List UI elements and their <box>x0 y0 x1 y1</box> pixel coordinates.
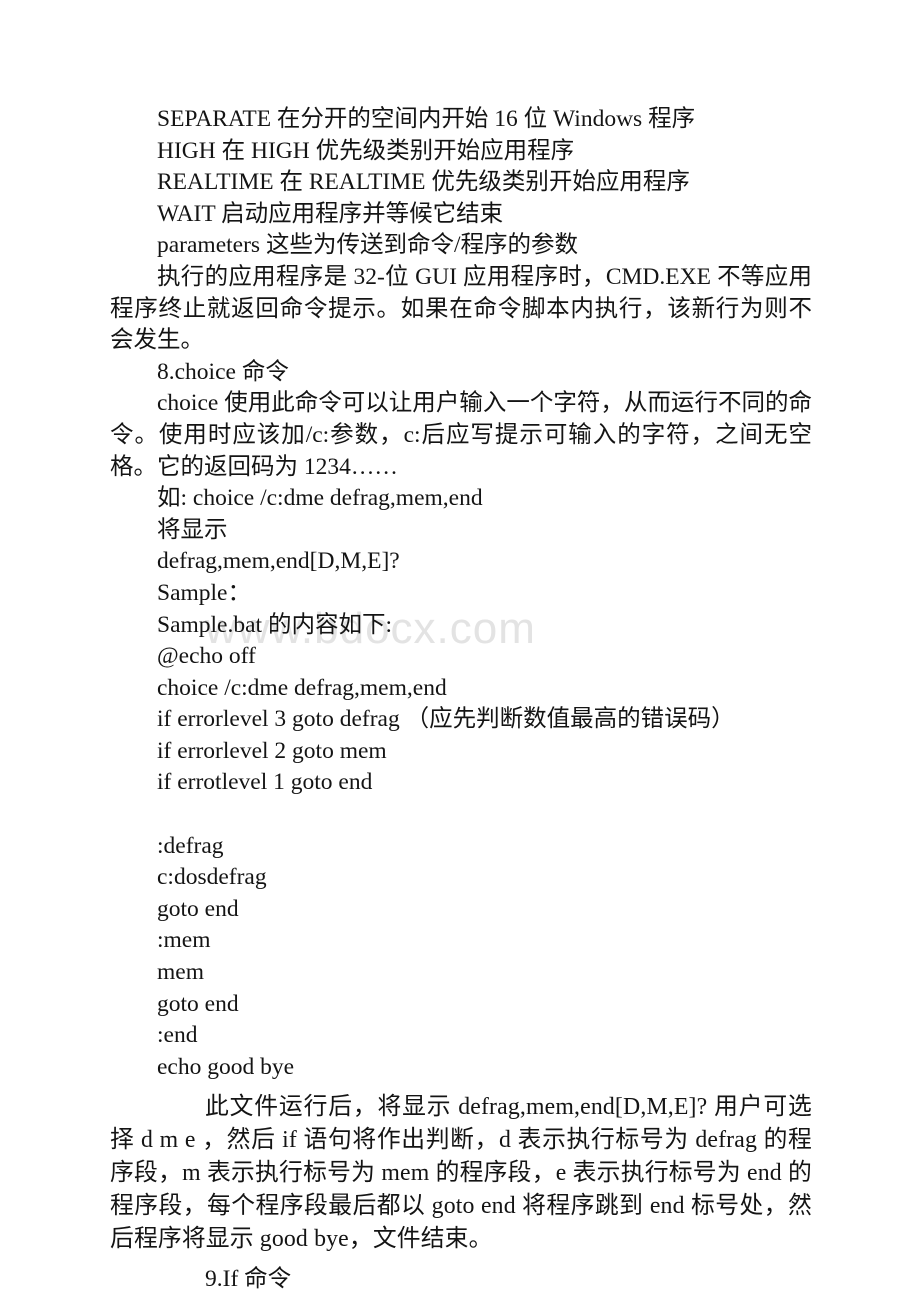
batch-line-errorlevel-2: if errorlevel 2 goto mem <box>157 737 387 764</box>
sample-file-label: Sample.bat 的内容如下: <box>157 611 392 638</box>
will-display-label: 将显示 <box>157 516 228 543</box>
explanation-paragraph: 此文件运行后，将显示 defrag,mem,end[D,M,E]? 用户可选择 … <box>110 1094 812 1253</box>
document-page: SEPARATE 在分开的空间内开始 16 位 Windows 程序 HIGH … <box>0 0 920 1302</box>
batch-line-choice: choice /c:dme defrag,mem,end <box>157 674 447 701</box>
batch-label-end: :end <box>157 1022 198 1049</box>
sample-label: Sample： <box>157 579 251 606</box>
display-output: defrag,mem,end[D,M,E]? <box>157 548 400 575</box>
batch-label-mem: :mem <box>157 927 211 954</box>
batch-line-errorlevel-1: if errotlevel 1 goto end <box>157 769 373 796</box>
start-switch-separate: SEPARATE 在分开的空间内开始 16 位 Windows 程序 <box>157 106 696 132</box>
start-switch-wait: WAIT 启动应用程序并等候它结束 <box>157 200 504 227</box>
choice-description-paragraph: choice 使用此命令可以让用户输入一个字符，从而运行不同的命令。使用时应该加… <box>110 390 812 480</box>
start-switch-parameters: parameters 这些为传送到命令/程序的参数 <box>157 232 578 259</box>
gui-note-paragraph: 执行的应用程序是 32-位 GUI 应用程序时，CMD.EXE 不等应用程序终止… <box>110 263 812 354</box>
batch-line-goto-end-1: goto end <box>157 895 239 922</box>
batch-line-goto-end-2: goto end <box>157 990 239 1017</box>
heading-if-command: 9.If 命令 <box>205 1266 292 1293</box>
start-switch-realtime: REALTIME 在 REALTIME 优先级类别开始应用程序 <box>157 169 690 196</box>
batch-line-echo-off: @echo off <box>157 643 256 670</box>
section-gap-2 <box>110 1256 812 1264</box>
batch-line-dosdefrag: c:dosdefrag <box>157 864 267 891</box>
choice-example-command: 如: choice /c:dme defrag,mem,end <box>157 485 483 512</box>
batch-label-defrag: :defrag <box>157 832 224 859</box>
batch-line-echo-good-bye: echo good bye <box>157 1053 295 1080</box>
start-switch-high: HIGH 在 HIGH 优先级类别开始应用程序 <box>157 137 575 164</box>
batch-listing-blank-line <box>110 799 812 831</box>
batch-line-errorlevel-3: if errorlevel 3 goto defrag （应先判断数值最高的错误… <box>157 706 735 733</box>
batch-line-mem: mem <box>157 959 204 986</box>
heading-choice-command: 8.choice 命令 <box>157 358 289 385</box>
document-body: SEPARATE 在分开的空间内开始 16 位 Windows 程序 HIGH … <box>110 104 812 1296</box>
